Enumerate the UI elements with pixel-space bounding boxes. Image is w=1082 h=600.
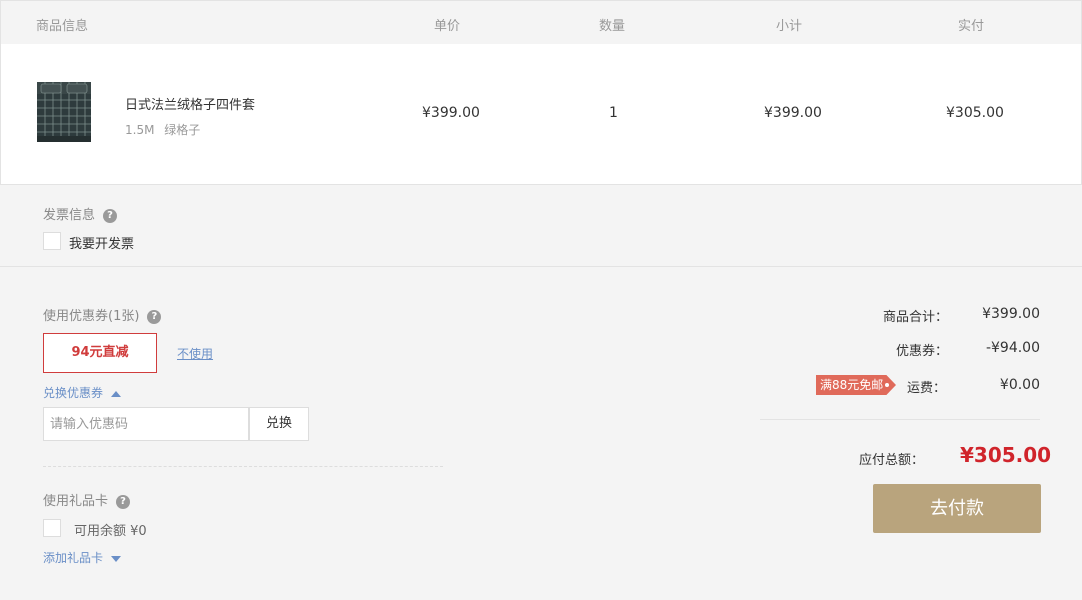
- chevron-down-icon: [111, 555, 122, 562]
- goods-total-label: 商品合计：: [882, 310, 948, 325]
- not-use-coupon-link[interactable]: 不使用: [177, 345, 213, 362]
- total-label: 应付总额：: [859, 453, 925, 468]
- product-paid: ¥305.00: [946, 105, 1004, 121]
- divider: [43, 466, 443, 467]
- coupon-code-input[interactable]: [43, 407, 249, 441]
- product-quantity: 1: [609, 105, 618, 121]
- tag-dot-icon: [885, 383, 889, 387]
- product-color: 绿格子: [164, 123, 201, 137]
- gift-card-balance[interactable]: 可用余额 ¥0: [74, 520, 147, 539]
- selected-coupon[interactable]: 94元直减: [43, 333, 157, 373]
- shipping-label: 运费：: [907, 381, 947, 396]
- header-subtotal: 小计: [776, 19, 803, 34]
- invoice-checkbox[interactable]: [43, 232, 61, 250]
- coupon-discount-label: 优惠券：: [895, 344, 948, 359]
- coupon-title-row: 使用优惠券(1张)?: [43, 305, 162, 324]
- invoice-checkbox-label[interactable]: 我要开发票: [69, 233, 134, 252]
- product-row: 日式法兰绒格子四件套 1.5M 绿格子 ¥399.00 1 ¥399.00 ¥3…: [0, 44, 1082, 185]
- summary-divider: [760, 419, 1040, 420]
- free-shipping-tag-text: 满88元免邮: [820, 378, 884, 392]
- goods-total-value: ¥399.00: [982, 306, 1040, 322]
- exchange-coupon-toggle[interactable]: 兑换优惠券: [43, 384, 122, 401]
- bedding-product-image[interactable]: [35, 78, 93, 144]
- invoice-section: 发票信息? 我要开发票: [0, 185, 1082, 267]
- pay-button[interactable]: 去付款: [873, 484, 1041, 533]
- header-product: 商品信息: [36, 19, 89, 34]
- product-size: 1.5M: [125, 123, 155, 137]
- coupon-discount-value: -¥94.00: [985, 340, 1040, 356]
- coupon-title: 使用优惠券(1张): [43, 309, 140, 324]
- invoice-title: 发票信息: [43, 208, 96, 223]
- product-name[interactable]: 日式法兰绒格子四件套: [125, 94, 255, 113]
- gift-card-title-row: 使用礼品卡?: [43, 490, 131, 509]
- invoice-title-row: 发票信息?: [43, 204, 118, 223]
- add-gift-card-toggle[interactable]: 添加礼品卡: [43, 549, 122, 566]
- gift-card-checkbox[interactable]: [43, 519, 61, 537]
- gift-card-title: 使用礼品卡: [43, 494, 109, 509]
- exchange-coupon-label: 兑换优惠券: [43, 386, 104, 400]
- header-quantity: 数量: [599, 19, 626, 34]
- header-price: 单价: [434, 19, 461, 34]
- header-paid: 实付: [958, 19, 985, 34]
- free-shipping-tag: 满88元免邮: [816, 375, 896, 395]
- help-icon[interactable]: ?: [116, 494, 131, 509]
- product-spec: 1.5M 绿格子: [125, 121, 200, 138]
- exchange-button[interactable]: 兑换: [249, 407, 309, 441]
- help-icon[interactable]: ?: [103, 208, 118, 223]
- add-gift-card-label: 添加礼品卡: [43, 551, 104, 565]
- product-subtotal: ¥399.00: [764, 105, 822, 121]
- table-header: 商品信息 单价 数量 小计 实付: [0, 0, 1082, 45]
- help-icon[interactable]: ?: [147, 309, 162, 324]
- product-price: ¥399.00: [422, 105, 480, 121]
- chevron-up-icon: [111, 390, 122, 397]
- total-value: ¥305.00: [960, 443, 1052, 467]
- shipping-value: ¥0.00: [999, 377, 1040, 393]
